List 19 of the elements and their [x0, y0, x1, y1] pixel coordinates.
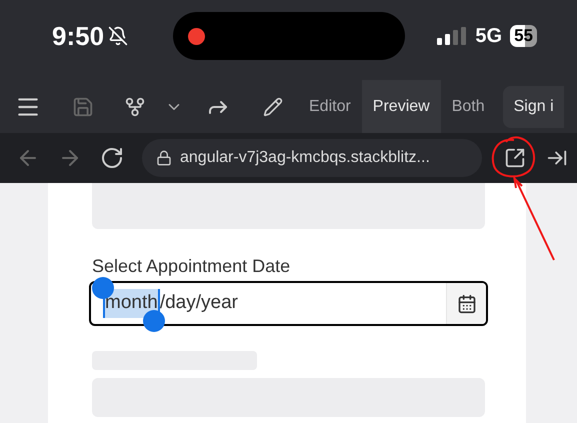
battery-indicator: 55 [510, 25, 537, 47]
view-tab[interactable]: Both [440, 80, 496, 133]
calendar-button[interactable] [446, 283, 486, 324]
date-segment[interactable]: /day/year [160, 289, 238, 318]
url-text: angular-v7j3ag-kmcbqs.stackblitz... [180, 148, 430, 168]
silent-bell-icon [108, 26, 128, 46]
date-label: Select Appointment Date [92, 256, 292, 276]
network-label: 5G [475, 24, 502, 49]
view-tab[interactable]: Preview [362, 80, 441, 133]
calendar-icon [456, 294, 476, 314]
lock-icon [156, 150, 172, 166]
reload-icon[interactable] [100, 146, 124, 170]
url-field[interactable]: angular-v7j3ag-kmcbqs.stackblitz... [142, 139, 482, 177]
sign-in-button[interactable]: Sign i [502, 86, 564, 128]
status-time: 9:50 [52, 20, 104, 52]
open-external-icon[interactable] [504, 147, 526, 169]
selection-handle-icon[interactable] [143, 310, 165, 332]
signal-bars-icon [437, 27, 468, 45]
view-tab[interactable]: Editor [298, 80, 362, 133]
